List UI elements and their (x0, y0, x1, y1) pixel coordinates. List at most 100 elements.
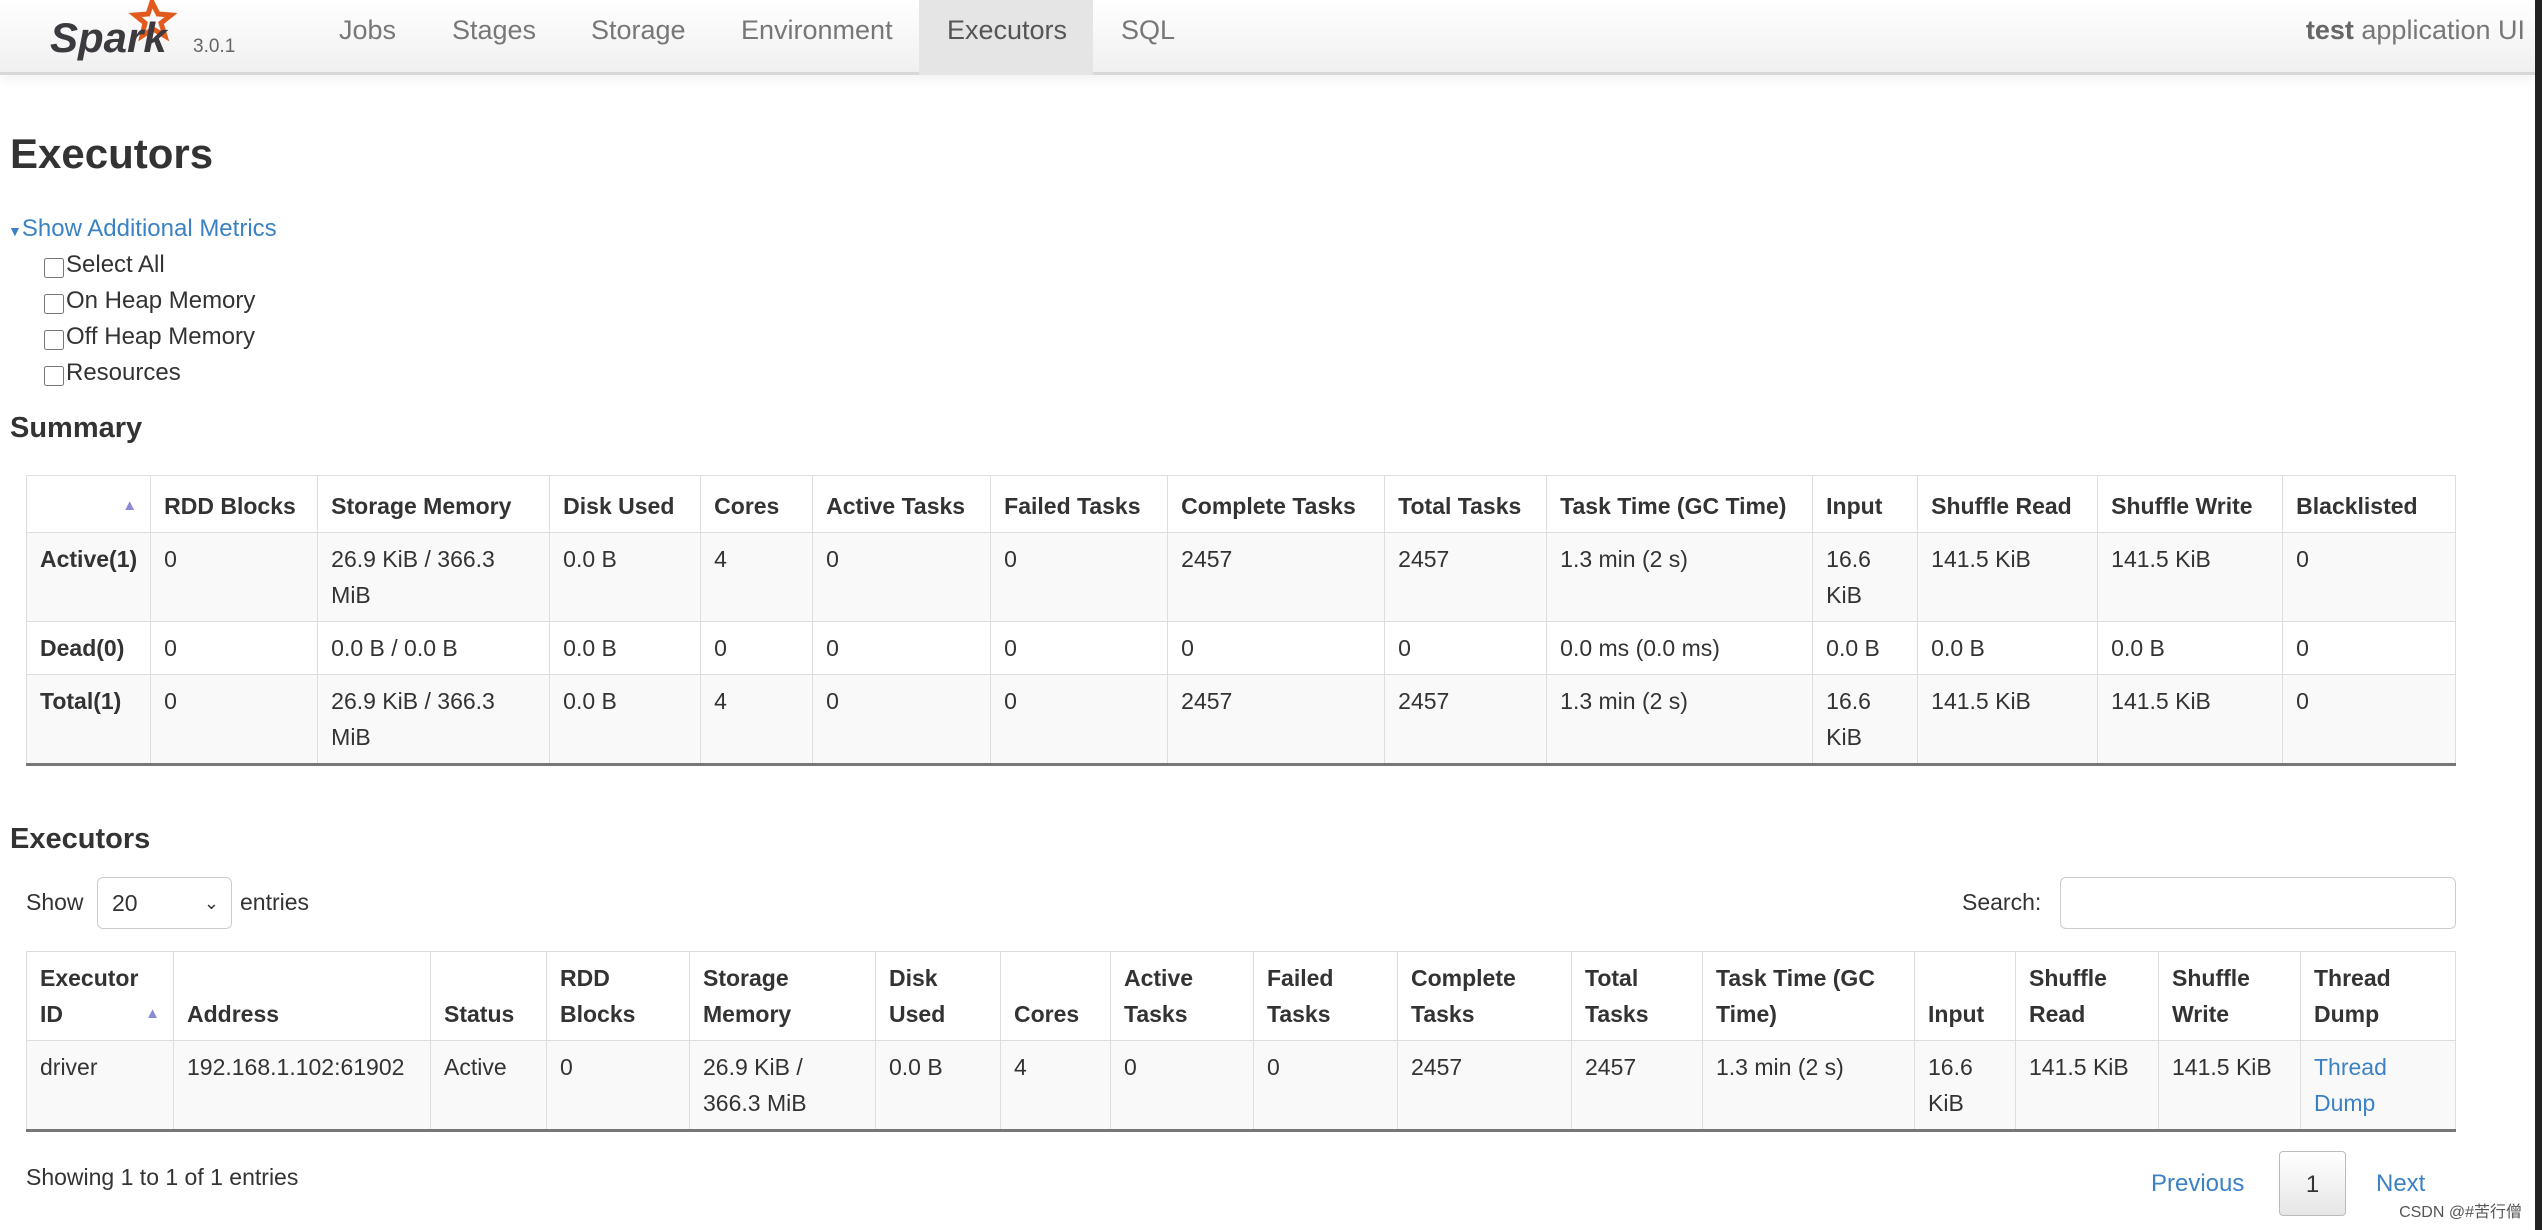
table-cell: 1.3 min (2 s) (1546, 674, 1814, 765)
checkbox-resources[interactable]: Resources (44, 359, 181, 387)
table-cell: 2457 (1397, 1040, 1572, 1131)
column-header[interactable]: Executor ID ▲ (26, 951, 174, 1041)
column-header[interactable]: Total Tasks (1571, 951, 1703, 1041)
search-input[interactable] (2060, 877, 2456, 929)
tab-stages[interactable]: Stages (424, 0, 564, 75)
column-header-label: Thread Dump (2314, 965, 2391, 1027)
table-cell: 4 (700, 674, 814, 765)
column-header-label: Shuffle Write (2172, 965, 2250, 1027)
table-cell: 0 (812, 621, 992, 675)
column-header[interactable]: Thread Dump (2300, 951, 2456, 1041)
column-header[interactable]: Shuffle Read (2015, 951, 2159, 1041)
checkbox-on-heap-memory[interactable]: On Heap Memory (44, 287, 255, 315)
row-label: Active(1) (25, 532, 152, 622)
column-header[interactable]: Blacklisted (2282, 475, 2456, 533)
column-header[interactable]: ▲ (25, 475, 152, 533)
column-header-label: Cores (1014, 1001, 1080, 1027)
table-cell: 2457 (1384, 532, 1548, 622)
table-cell: 0 (812, 532, 992, 622)
entries-label: entries (240, 889, 310, 915)
resources-checkbox[interactable] (44, 366, 64, 386)
column-header-label: RDD Blocks (560, 965, 636, 1027)
toggle-label: Show Additional Metrics (21, 215, 277, 242)
column-header[interactable]: Active Tasks (812, 475, 992, 533)
tab-storage[interactable]: Storage (563, 0, 714, 75)
column-header[interactable]: Total Tasks (1384, 475, 1548, 533)
table-cell: 0 (1167, 621, 1386, 675)
table-cell: 0.0 B (2097, 621, 2284, 675)
table-cell: 2457 (1167, 674, 1386, 765)
sort-asc-icon[interactable]: ▲ (122, 497, 137, 514)
column-header[interactable]: Address (173, 951, 431, 1041)
svg-text:Spark: Spark (50, 14, 169, 61)
table-cell: 0.0 B (875, 1040, 1001, 1131)
column-header[interactable]: Storage Memory (689, 951, 876, 1041)
page-size-select[interactable]: 20 ⌄ (97, 877, 232, 929)
sort-asc-icon[interactable]: ▲ (145, 996, 160, 1032)
app-name-rest: application UI (2353, 15, 2525, 45)
column-header[interactable]: RDD Blocks (150, 475, 319, 533)
column-header-label: Shuffle Read (2029, 965, 2107, 1027)
column-header[interactable]: Task Time (GC Time) (1546, 475, 1814, 533)
table-cell: 0 (2282, 674, 2456, 765)
column-header[interactable]: Complete Tasks (1167, 475, 1386, 533)
table-cell: 1.3 min (2 s) (1702, 1040, 1915, 1131)
table-cell: 141.5 KiB (2097, 674, 2284, 765)
select-all-checkbox[interactable] (44, 258, 64, 278)
scrollbar[interactable] (2535, 0, 2542, 1230)
tab-jobs[interactable]: Jobs (311, 0, 424, 75)
checkbox-label: Resources (66, 359, 181, 386)
tab-executors[interactable]: Executors (919, 0, 1093, 75)
table-cell: 0 (990, 621, 1169, 675)
off-heap-checkbox[interactable] (44, 330, 64, 350)
table-cell: 0 (150, 621, 319, 675)
column-header[interactable]: Failed Tasks (990, 475, 1169, 533)
column-header[interactable]: Storage Memory (317, 475, 551, 533)
table-cell: 16.6 KiB (1914, 1040, 2016, 1131)
table-cell: 26.9 KiB / 366.3 MiB (317, 674, 551, 765)
column-header[interactable]: Disk Used (875, 951, 1001, 1041)
chevron-down-icon: ⌄ (203, 893, 219, 913)
show-additional-metrics-toggle[interactable]: ▼Show Additional Metrics (8, 215, 277, 243)
tab-sql[interactable]: SQL (1093, 0, 1203, 75)
previous-page-button[interactable]: Previous (2151, 1151, 2244, 1216)
tab-environment[interactable]: Environment (713, 0, 921, 75)
column-header-label: Input (1928, 1001, 1985, 1027)
page-1-button[interactable]: 1 (2279, 1151, 2346, 1216)
table-cell: 0.0 B / 0.0 B (317, 621, 551, 675)
column-header[interactable]: Input (1812, 475, 1919, 533)
column-header[interactable]: Cores (1000, 951, 1111, 1041)
table-cell: 141.5 KiB (2158, 1040, 2301, 1131)
column-header-label: Active Tasks (1124, 965, 1194, 1027)
table-cell: 0.0 B (549, 532, 702, 622)
column-header-label: Status (444, 1001, 515, 1027)
table-cell: 26.9 KiB / 366.3 MiB (317, 532, 551, 622)
page-size-value: 20 (112, 890, 138, 916)
column-header[interactable]: Shuffle Write (2097, 475, 2284, 533)
spark-version: 3.0.1 (193, 36, 236, 57)
on-heap-checkbox[interactable] (44, 294, 64, 314)
column-header[interactable]: RDD Blocks (546, 951, 690, 1041)
column-header[interactable]: Task Time (GC Time) (1702, 951, 1915, 1041)
column-header[interactable]: Failed Tasks (1253, 951, 1398, 1041)
column-header[interactable]: Shuffle Write (2158, 951, 2301, 1041)
page-title: Executors (10, 130, 214, 177)
app-name-bold: test (2305, 15, 2354, 45)
column-header[interactable]: Input (1914, 951, 2016, 1041)
executors-table: Executor ID ▲ Address Status RDD Blocks Stor… (26, 951, 2456, 1132)
search-label: Search: (1962, 889, 2042, 915)
checkbox-select-all[interactable]: Select All (44, 251, 165, 279)
column-header[interactable]: Complete Tasks (1397, 951, 1572, 1041)
column-header[interactable]: Shuffle Read (1917, 475, 2099, 533)
table-cell: 0 (1110, 1040, 1254, 1131)
column-header[interactable]: Active Tasks (1110, 951, 1254, 1041)
checkbox-off-heap-memory[interactable]: Off Heap Memory (44, 323, 255, 351)
column-header[interactable]: Cores (700, 475, 814, 533)
table-cell: 16.6 KiB (1812, 674, 1919, 765)
table-cell: 0 (990, 532, 1169, 622)
app-name: test application UI (2306, 0, 2525, 60)
thread-dump-link[interactable]: Thread Dump (2300, 1040, 2456, 1131)
column-header[interactable]: Status (430, 951, 547, 1041)
column-header[interactable]: Disk Used (549, 475, 702, 533)
spark-logo[interactable]: Spark (40, 0, 190, 70)
